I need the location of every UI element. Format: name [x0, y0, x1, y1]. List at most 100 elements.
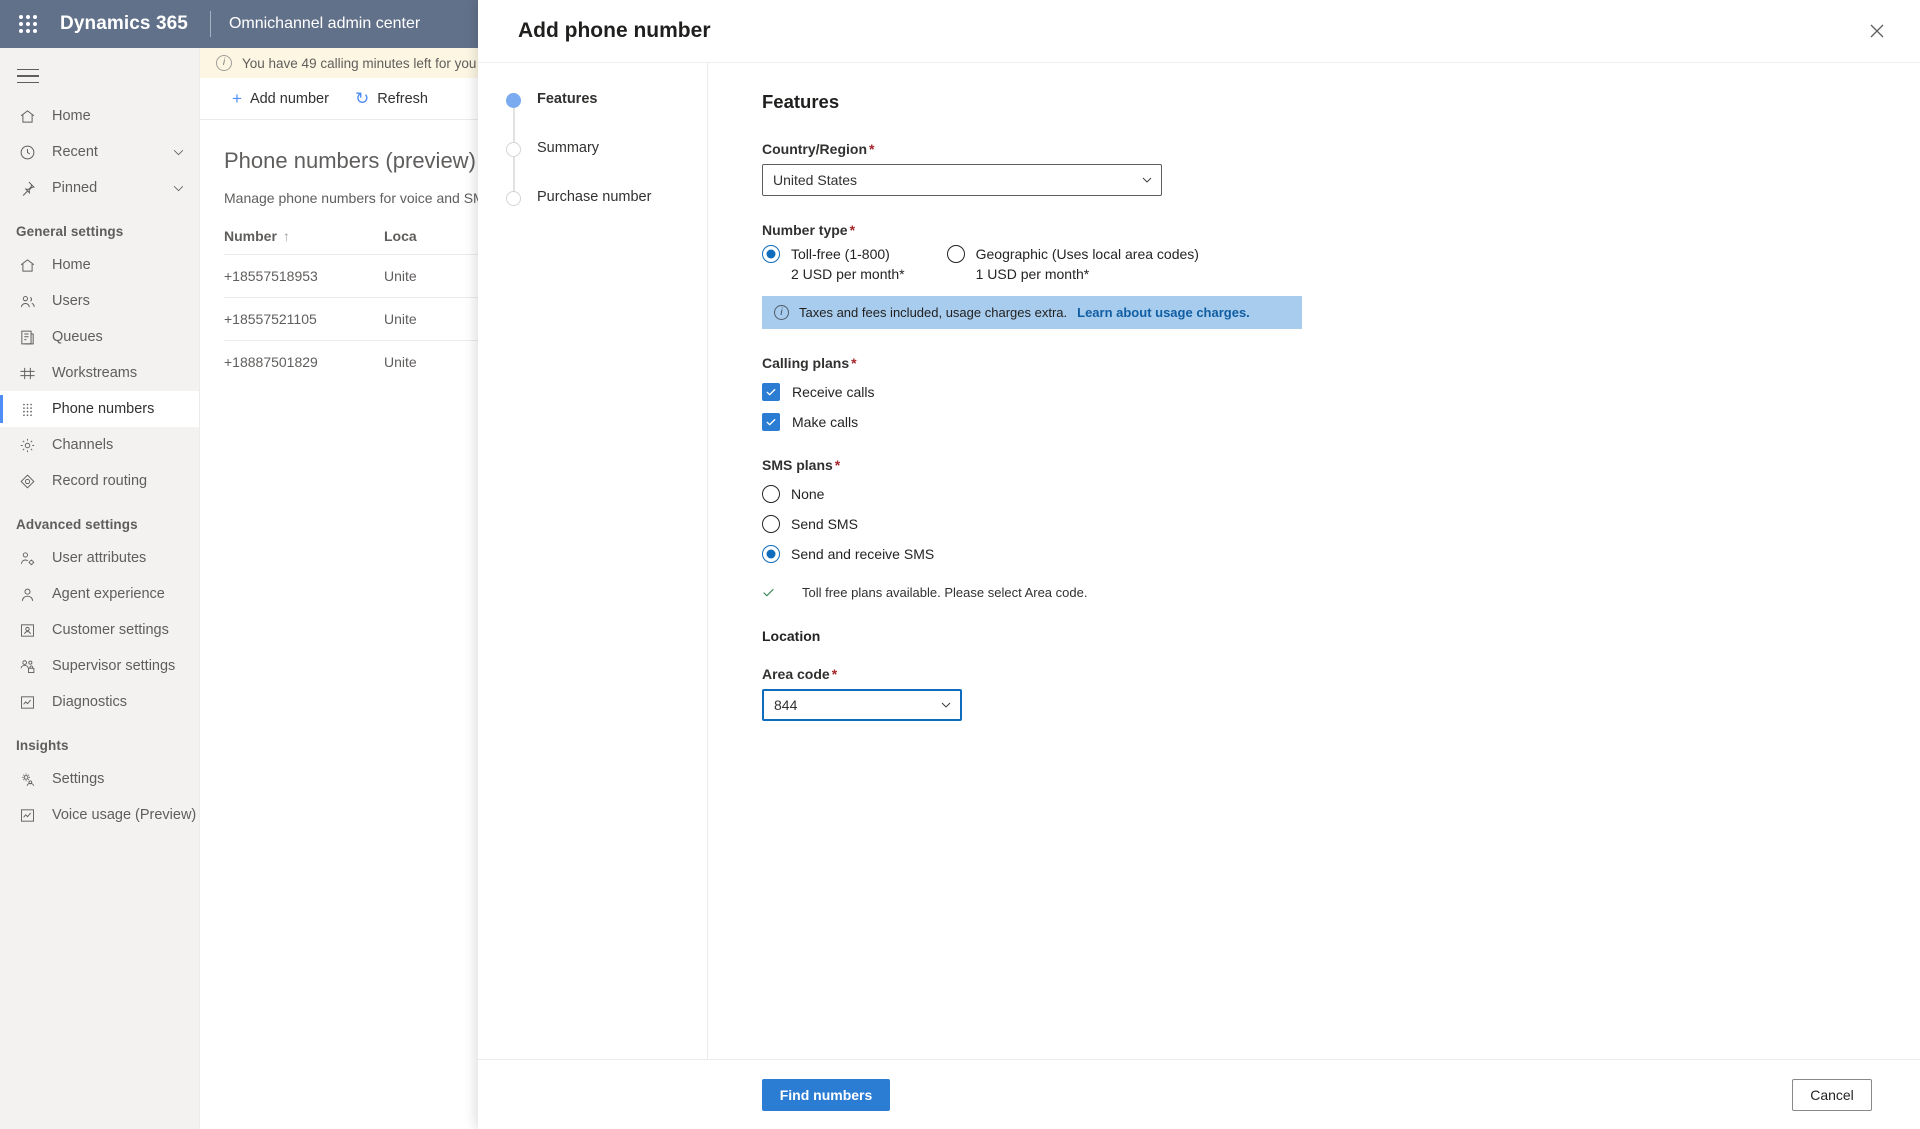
brand-title: Dynamics 365	[60, 13, 188, 34]
required-marker: *	[851, 355, 857, 371]
sidebar-item-voice-usage[interactable]: Voice usage (Preview)	[0, 797, 199, 833]
step-indicator-dot	[506, 93, 521, 108]
checkbox-indicator	[762, 383, 780, 401]
radio-label: Send and receive SMS	[791, 546, 935, 562]
find-numbers-button[interactable]: Find numbers	[762, 1078, 890, 1111]
column-header-location[interactable]: Loca	[384, 228, 417, 244]
usage-charges-text: Taxes and fees included, usage charges e…	[799, 305, 1068, 320]
radio-indicator	[762, 545, 780, 563]
sidebar-item-home[interactable]: Home	[0, 247, 199, 283]
plus-icon: +	[232, 89, 242, 108]
sidebar-item-label: Home	[52, 257, 91, 273]
country-region-select[interactable]: United States	[762, 164, 1162, 196]
sidebar-item-supervisor-settings[interactable]: Supervisor settings	[0, 648, 199, 684]
sidebar-item-phone-numbers[interactable]: Phone numbers	[0, 391, 199, 427]
wizard-step-purchase-number[interactable]: Purchase number	[506, 189, 707, 238]
sidebar-item-insights-settings[interactable]: Settings	[0, 761, 199, 797]
trial-warning-text: You have 49 calling minutes left for you…	[242, 55, 517, 71]
cell-number: +18887501829	[224, 354, 318, 370]
sidebar-item-agent-experience[interactable]: Agent experience	[0, 576, 199, 612]
checkbox-indicator	[762, 413, 780, 431]
geographic-price: 1 USD per month*	[975, 266, 1090, 282]
chevron-down-icon	[940, 699, 952, 711]
record-routing-icon	[16, 470, 38, 492]
add-phone-number-panel: Add phone number Features Summary Purcha…	[478, 0, 1920, 1129]
required-marker: *	[831, 666, 838, 682]
learn-about-usage-charges-link[interactable]: Learn about usage charges.	[1077, 305, 1250, 320]
chevron-down-icon[interactable]	[172, 146, 185, 159]
supervisor-icon	[16, 655, 38, 677]
number-type-option-geographic: Geographic (Uses local area codes) 1 USD…	[946, 245, 1199, 282]
sidebar-item-label: Queues	[52, 329, 103, 345]
area-code-value: 844	[774, 697, 798, 713]
sidebar-item-pinned[interactable]: Pinned	[0, 170, 199, 206]
sidebar-item-label: Pinned	[52, 180, 98, 196]
radio-label: Geographic (Uses local area codes)	[975, 246, 1199, 262]
sidebar-item-label: User attributes	[52, 550, 147, 566]
sidebar-item-channels[interactable]: Channels	[0, 427, 199, 463]
number-type-label: Number type *	[762, 222, 856, 238]
checkbox-receive-calls[interactable]: Receive calls	[762, 383, 1920, 401]
radio-tollfree[interactable]: Toll-free (1-800)	[762, 245, 905, 263]
sidebar-item-label: Workstreams	[52, 365, 138, 381]
column-header-number[interactable]: Number ↑	[224, 228, 384, 244]
sidebar-item-label: Settings	[52, 771, 105, 787]
chevron-down-icon[interactable]	[172, 182, 185, 195]
sidebar-item-customer-settings[interactable]: Customer settings	[0, 612, 199, 648]
location-heading: Location	[762, 628, 821, 644]
radio-sms-none[interactable]: None	[762, 485, 1920, 503]
sidebar-item-label: Home	[52, 108, 91, 124]
hamburger-menu-icon[interactable]	[4, 54, 52, 98]
wizard-step-features[interactable]: Features	[506, 91, 707, 142]
form-heading: Features	[762, 91, 840, 112]
queues-icon	[16, 326, 38, 348]
gear-icon	[16, 434, 38, 456]
location-section: Location Area code * 844	[762, 628, 1920, 721]
step-indicator-dot	[506, 142, 521, 157]
sidebar-item-label: Recent	[52, 144, 98, 160]
radio-sms-send-and-receive[interactable]: Send and receive SMS	[762, 545, 1920, 563]
chart-icon	[16, 804, 38, 826]
sms-plans-label: SMS plans *	[762, 457, 841, 473]
panel-footer: Find numbers Cancel	[478, 1059, 1920, 1129]
radio-indicator	[946, 245, 965, 263]
calling-plans-field: Calling plans * Receive calls Make calls	[762, 355, 1920, 431]
sidebar-item-user-attributes[interactable]: User attributes	[0, 540, 199, 576]
pin-icon	[16, 177, 38, 199]
area-code-select[interactable]: 844	[762, 689, 962, 721]
add-number-button[interactable]: + Add number	[224, 86, 337, 111]
sidebar-item-label: Phone numbers	[52, 401, 155, 417]
sidebar-item-diagnostics[interactable]: Diagnostics	[0, 684, 199, 720]
availability-text: Toll free plans available. Please select…	[802, 585, 1088, 600]
cell-location: Unite	[384, 311, 417, 327]
checkbox-make-calls[interactable]: Make calls	[762, 413, 1920, 431]
sidebar-navigation: Home Recent Pinned General settings Home…	[0, 48, 200, 1129]
chevron-down-icon	[1141, 174, 1153, 186]
refresh-button[interactable]: ↻ Refresh	[347, 86, 436, 111]
radio-sms-send[interactable]: Send SMS	[762, 515, 1920, 533]
radio-geographic[interactable]: Geographic (Uses local area codes)	[946, 245, 1199, 263]
wizard-step-summary[interactable]: Summary	[506, 140, 707, 191]
waffle-grid-icon[interactable]	[8, 4, 48, 44]
radio-indicator	[762, 245, 780, 263]
sidebar-item-queues[interactable]: Queues	[0, 319, 199, 355]
sidebar-item-recent[interactable]: Recent	[0, 134, 199, 170]
cancel-button[interactable]: Cancel	[1792, 1078, 1872, 1111]
sidebar-item-users[interactable]: Users	[0, 283, 199, 319]
required-marker: *	[849, 222, 856, 238]
users-icon	[16, 290, 38, 312]
close-icon[interactable]	[1860, 14, 1894, 48]
area-code-field: Area code * 844	[762, 666, 1920, 721]
sidebar-item-label: Agent experience	[52, 586, 165, 602]
sidebar-item-record-routing[interactable]: Record routing	[0, 463, 199, 499]
agent-icon	[16, 583, 38, 605]
customer-card-icon	[16, 619, 38, 641]
sidebar-item-home-quick[interactable]: Home	[0, 98, 199, 134]
cell-location: Unite	[384, 354, 417, 370]
sidebar-item-workstreams[interactable]: Workstreams	[0, 355, 199, 391]
home-icon	[16, 105, 38, 127]
clock-icon	[16, 141, 38, 163]
cell-location: Unite	[384, 268, 417, 284]
sidebar-group-title-advanced: Advanced settings	[16, 517, 138, 532]
tollfree-price: 2 USD per month*	[791, 266, 905, 282]
